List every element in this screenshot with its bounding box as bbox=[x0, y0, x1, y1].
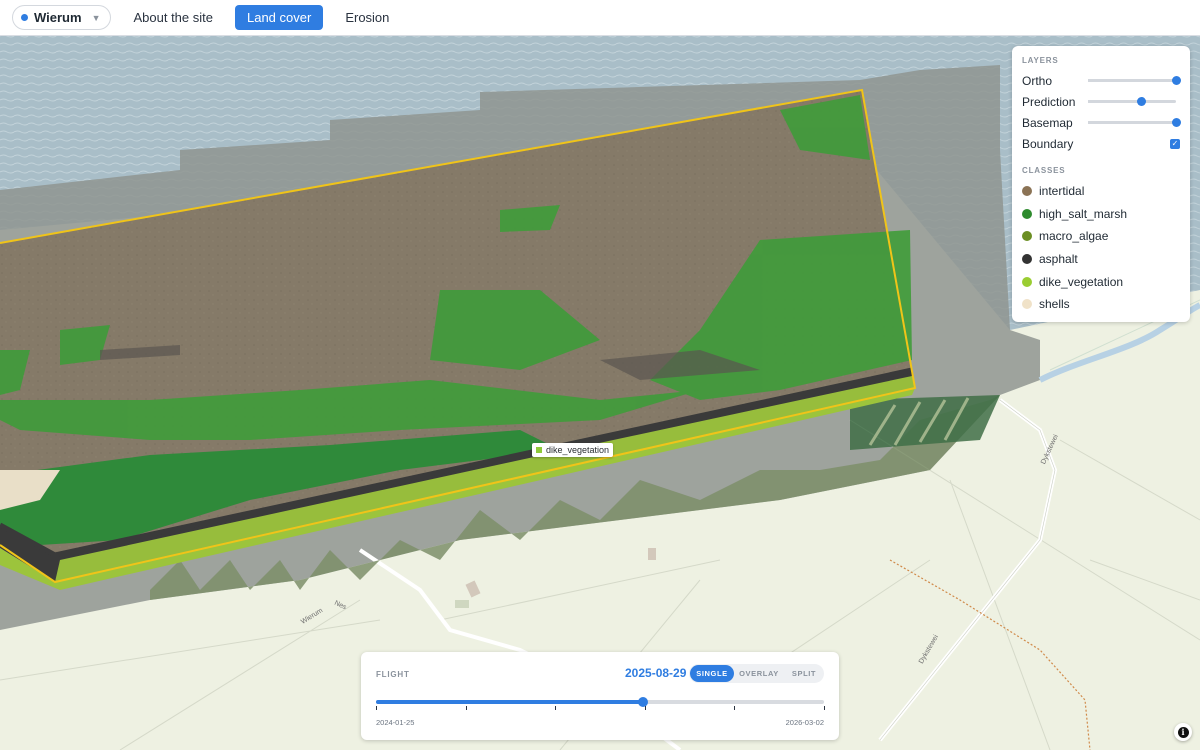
tab-about[interactable]: About the site bbox=[121, 5, 225, 30]
slider-fill bbox=[1088, 121, 1176, 124]
class-color-dot bbox=[1022, 299, 1032, 310]
slider-knob[interactable] bbox=[1172, 76, 1181, 85]
tab-erosion[interactable]: Erosion bbox=[333, 5, 401, 30]
class-row-asphalt: asphalt bbox=[1022, 248, 1180, 271]
layer-row-prediction: Prediction bbox=[1022, 91, 1180, 112]
class-row-intertidal: intertidal bbox=[1022, 180, 1180, 203]
layers-panel: LAYERS Ortho Prediction Basemap Boundary… bbox=[1012, 46, 1190, 322]
basemap-opacity-slider[interactable] bbox=[1088, 118, 1181, 127]
layer-name: Ortho bbox=[1022, 73, 1053, 88]
layer-name: Boundary bbox=[1022, 136, 1074, 151]
class-color-dot bbox=[1022, 231, 1032, 242]
classes-heading: CLASSES bbox=[1022, 166, 1066, 175]
class-color-dot bbox=[1022, 254, 1032, 265]
layer-row-boundary: Boundary ✓ bbox=[1022, 133, 1180, 154]
layer-name: Basemap bbox=[1022, 115, 1073, 130]
tab-land-cover[interactable]: Land cover bbox=[234, 5, 324, 30]
selected-flight-date: 2025-08-29 bbox=[625, 666, 687, 680]
class-name: shells bbox=[1039, 297, 1070, 312]
hover-class-name: dike_vegetation bbox=[546, 445, 610, 455]
slider-fill bbox=[1088, 100, 1141, 103]
mode-single-button[interactable]: SINGLE bbox=[690, 665, 734, 682]
timeline-fill bbox=[376, 700, 643, 704]
class-row-macro-algae: macro_algae bbox=[1022, 225, 1180, 248]
info-button[interactable]: i bbox=[1174, 723, 1192, 741]
class-color-dot bbox=[1022, 186, 1032, 197]
prediction-opacity-slider[interactable] bbox=[1088, 97, 1176, 106]
timeline-tick[interactable] bbox=[465, 706, 467, 710]
site-selector[interactable]: Wierum ▼ bbox=[12, 5, 112, 30]
mode-overlay-button[interactable]: OVERLAY bbox=[734, 665, 784, 682]
timeline-tick[interactable] bbox=[555, 706, 557, 710]
class-name: dike_vegetation bbox=[1039, 274, 1124, 289]
mode-split-button[interactable]: SPLIT bbox=[784, 665, 824, 682]
slider-fill bbox=[1088, 79, 1176, 82]
class-name: macro_algae bbox=[1039, 229, 1109, 244]
view-mode-toggle: SINGLE OVERLAY SPLIT bbox=[689, 664, 824, 683]
timeline-knob[interactable] bbox=[638, 697, 648, 707]
layers-heading: LAYERS bbox=[1022, 56, 1059, 65]
timeline-tick[interactable] bbox=[824, 706, 825, 710]
timeline-start-date: 2024-01-25 bbox=[376, 718, 415, 727]
flight-timeline: FLIGHT 2025-08-29 SINGLE OVERLAY SPLIT 2… bbox=[361, 652, 839, 740]
class-name: asphalt bbox=[1039, 252, 1078, 267]
layer-name: Prediction bbox=[1022, 94, 1076, 109]
timeline-track[interactable] bbox=[376, 697, 824, 707]
class-row-dike-vegetation: dike_vegetation bbox=[1022, 270, 1180, 293]
class-row-high-salt-marsh: high_salt_marsh bbox=[1022, 203, 1180, 226]
timeline-tick[interactable] bbox=[734, 706, 736, 710]
class-color-dot bbox=[1022, 276, 1032, 287]
class-row-shells: shells bbox=[1022, 293, 1180, 316]
class-swatch bbox=[536, 447, 542, 453]
ortho-opacity-slider[interactable] bbox=[1088, 76, 1181, 85]
slider-knob[interactable] bbox=[1136, 97, 1146, 106]
chevron-down-icon: ▼ bbox=[91, 12, 101, 23]
class-name: high_salt_marsh bbox=[1039, 206, 1128, 221]
class-list: intertidal high_salt_marsh macro_algaeasph… bbox=[1022, 180, 1180, 316]
top-bar: Wierum ▼ About the site Land cover Erosi… bbox=[0, 0, 1200, 36]
site-dot-icon bbox=[21, 14, 28, 21]
info-icon: i bbox=[1177, 726, 1189, 738]
timeline-tick[interactable] bbox=[376, 706, 377, 710]
class-color-dot bbox=[1022, 208, 1032, 219]
layer-row-ortho: Ortho bbox=[1022, 70, 1181, 91]
boundary-checkbox[interactable]: ✓ bbox=[1170, 138, 1180, 149]
flight-label: FLIGHT bbox=[376, 670, 410, 679]
slider-knob[interactable] bbox=[1172, 118, 1181, 127]
site-name: Wierum bbox=[34, 10, 82, 25]
layer-row-basemap: Basemap bbox=[1022, 112, 1181, 133]
timeline-tick[interactable] bbox=[644, 706, 646, 710]
timeline-end-date: 2026-03-02 bbox=[785, 718, 824, 727]
hover-class-label: dike_vegetation bbox=[532, 443, 614, 457]
class-name: intertidal bbox=[1039, 184, 1085, 199]
